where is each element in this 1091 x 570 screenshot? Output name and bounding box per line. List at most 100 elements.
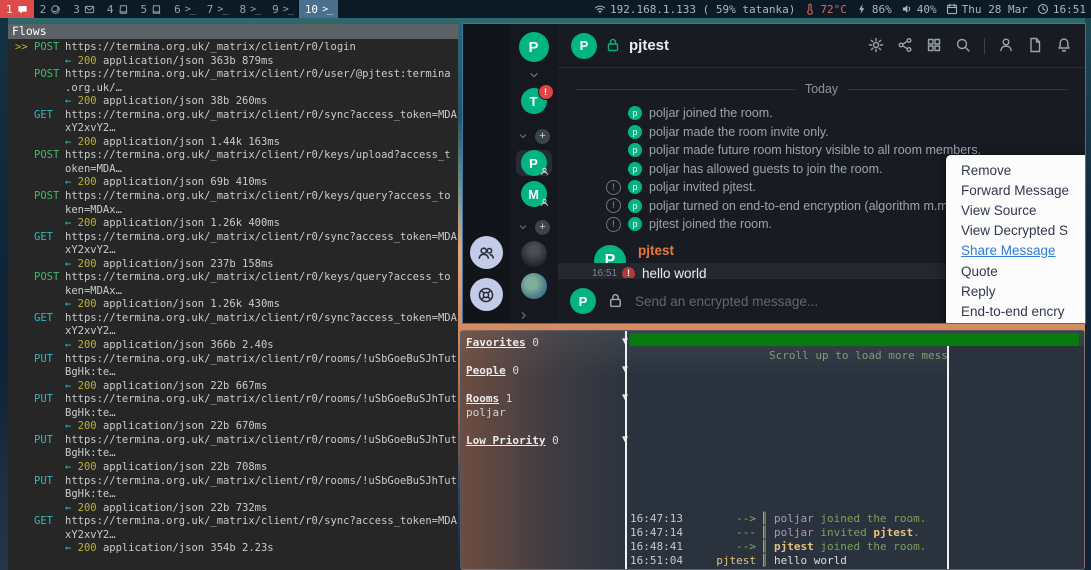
flow-row[interactable]: POSThttps://termina.org.uk/_matrix/clien… [8,271,458,285]
files-icon[interactable] [1027,37,1043,55]
section-label: Low Priority [466,434,545,447]
context-menu-item[interactable]: Quote [946,261,1085,281]
element-groups-rail [463,24,509,323]
settings-icon[interactable] [868,37,884,55]
flow-row[interactable]: GEThttps://termina.org.uk/_matrix/client… [8,231,458,245]
notifications-icon[interactable] [1056,37,1072,55]
members-icon[interactable] [998,37,1014,55]
workspace-button-1[interactable]: 1 [0,0,34,18]
chat-message-row[interactable]: 16:47:13-->║poljar joined the room. [628,512,947,526]
terminal-icon: >_ [217,4,227,15]
flow-row[interactable]: GEThttps://termina.org.uk/_matrix/client… [8,109,458,123]
section-count: 0 [545,434,558,447]
add-room-button[interactable]: + [535,220,550,235]
flows-list[interactable]: >>POSThttps://termina.org.uk/_matrix/cli… [8,39,458,556]
flow-row[interactable]: PUThttps://termina.org.uk/_matrix/client… [8,353,458,367]
context-menu-item[interactable]: Remove [946,160,1085,180]
user-avatar[interactable]: P [519,32,549,62]
context-menu-item[interactable]: Forward Message [946,180,1085,200]
message-segment: pjtest [774,540,814,553]
room-section-header[interactable]: Favorites 0▼ [466,336,630,350]
timeline-event-row[interactable]: !ppoljar joined the room. [558,104,1085,123]
flow-row[interactable]: POSThttps://termina.org.uk/_matrix/clien… [8,68,458,82]
room-section-header[interactable]: People 0▼ [466,364,630,378]
message-segment: joined the room. [814,512,927,525]
room-header-avatar[interactable]: P [571,33,597,59]
workspace-button-9[interactable]: 9 >_ [266,0,299,18]
room-section-header[interactable]: Rooms 1▼ [466,392,630,406]
workspace-button-10[interactable]: 10>_ [299,0,338,18]
room-header-icons [868,37,1072,55]
event-avatar: p [628,125,642,139]
apps-icon[interactable] [926,37,942,55]
event-avatar: p [628,217,642,231]
room-section-header[interactable]: Low Priority 0▼ [466,434,630,448]
flow-row[interactable]: GEThttps://termina.org.uk/_matrix/client… [8,312,458,326]
workspace-button-4[interactable]: 4 [101,0,135,18]
workspace-button-7[interactable]: 7>_ [201,0,234,18]
chat-message-row[interactable]: 16:51:04pjtest║hello world [628,554,947,568]
workspace-button-3[interactable]: 3 [67,0,101,18]
community-avatar[interactable]: T! [521,88,547,114]
chevron-down-icon[interactable] [517,218,529,236]
terminal-icon: >_ [283,4,293,15]
room-avatar-pjtest[interactable]: P [521,150,547,176]
context-menu-item[interactable]: Share Message [946,241,1085,261]
room-avatar-image-2[interactable] [521,273,547,299]
workspace-button-5[interactable]: 5 [135,0,169,18]
workspace-button-6[interactable]: 6>_ [168,0,201,18]
workspace-number: 7 [207,3,214,16]
unverified-warning-icon: ! [622,267,635,279]
flow-row[interactable]: PUThttps://termina.org.uk/_matrix/client… [8,434,458,448]
flow-row[interactable]: PUThttps://termina.org.uk/_matrix/client… [8,475,458,489]
workspace-number: 9 [272,3,279,16]
i3-status-bar: 123456>_7>_8>_9>_10>_ 192.168.1.133 ( 59… [0,0,1091,18]
workspace-button-2[interactable]: 2 [34,0,68,18]
timeline-event-row[interactable]: !ppoljar made the room invite only. [558,123,1085,142]
flow-url-continuation: .org.uk/… [8,82,458,96]
explore-rooms-button[interactable] [470,278,503,311]
context-menu-item[interactable]: Reply [946,281,1085,301]
book-icon [118,4,129,15]
lock-icon [605,37,621,53]
room-section: Low Priority 0▼ [466,434,630,448]
status-text: 72°C [820,3,847,16]
chat-message-row[interactable]: 16:47:14---║poljar invited pjtest. [628,526,947,540]
flow-url-continuation: xY2xvY2… [8,122,458,136]
share-icon[interactable] [897,37,913,55]
room-avatar-selected-wrap[interactable]: P [516,150,552,176]
message-gutter: pjtest [700,554,756,568]
grid-icon [926,37,942,53]
header-divider [984,38,985,54]
flow-row[interactable]: >>POSThttps://termina.org.uk/_matrix/cli… [8,41,458,55]
gutter-separator: ║ [761,540,768,554]
status-segments: 192.168.1.133 ( 59% tatanka)72°C86%40%Th… [585,0,1091,18]
message-segment: joined the room. [814,540,927,553]
flow-row[interactable]: PUThttps://termina.org.uk/_matrix/client… [8,393,458,407]
flow-response: ← 200 application/json 366b 2.40s [8,339,458,353]
community-browser-button[interactable] [470,236,503,269]
chat-message-row[interactable]: 16:48:41-->║pjtest joined the room. [628,540,947,554]
section-label: Favorites [466,336,526,349]
context-menu-item[interactable]: End-to-end encry [946,301,1085,321]
room-list-item[interactable]: poljar [466,406,630,420]
room-avatar-m[interactable]: M [521,181,547,207]
flow-url-continuation: oken=MDA… [8,163,458,177]
roomlist-section-header: + [517,127,550,145]
context-menu-item[interactable]: View Source [946,200,1085,220]
add-room-button[interactable]: + [535,129,550,144]
flow-row[interactable]: POSThttps://termina.org.uk/_matrix/clien… [8,190,458,204]
chevron-down-icon[interactable] [517,127,529,145]
room-avatar-image-1[interactable] [521,241,547,267]
status-segment: Thu 28 Mar [946,3,1028,16]
flow-row[interactable]: POSThttps://termina.org.uk/_matrix/clien… [8,149,458,163]
context-menu-item[interactable]: View Decrypted S [946,221,1085,241]
search-icon[interactable] [955,37,971,55]
flow-row[interactable]: GEThttps://termina.org.uk/_matrix/client… [8,515,458,529]
chevron-down-icon[interactable] [527,66,541,84]
workspace-number: 10 [305,3,318,16]
workspace-button-8[interactable]: 8>_ [233,0,266,18]
workspace-number: 3 [73,3,80,16]
chevron-right-icon[interactable] [517,307,530,324]
flow-url-continuation: ken=MDAx… [8,285,458,299]
